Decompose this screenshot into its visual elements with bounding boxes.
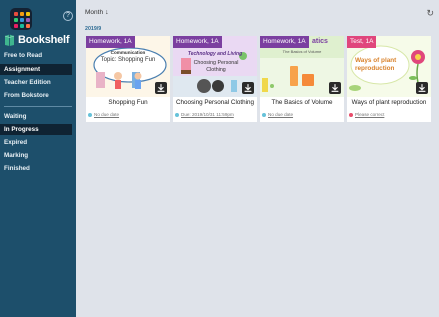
group-label: 2019/9 (85, 26, 102, 32)
apps-grid-dot (14, 24, 18, 28)
apps-grid-dot (20, 12, 24, 16)
status-dot (262, 112, 266, 117)
due-status: No due date (262, 112, 293, 117)
nav-marking[interactable]: Marking (0, 150, 72, 161)
cover-heading: Communication (110, 50, 146, 55)
download-icon[interactable] (155, 82, 167, 94)
assignment-card[interactable]: Communication Topic: Shopping Fun Homewo… (86, 36, 170, 122)
apps-grid-dot (14, 12, 18, 16)
assignment-tag: Test, 1A (347, 36, 377, 48)
apps-grid-dot (26, 24, 30, 28)
cover-heading: Technology and Living (187, 51, 243, 57)
card-title: Choosing Personal Clothing (175, 99, 255, 106)
due-text: No due date (268, 112, 294, 117)
download-icon[interactable] (242, 82, 254, 94)
card-title: The Basics of Volume (271, 99, 333, 106)
bookshelf-logo-icon (4, 34, 15, 46)
due-status: No due date (88, 112, 119, 117)
apps-grid-dot (20, 24, 24, 28)
nav-finished[interactable]: Finished (0, 163, 72, 174)
brand[interactable]: Bookshelf (4, 33, 70, 47)
nav-from-bokstore[interactable]: From Bokstore (0, 90, 72, 101)
apps-grid-dot (26, 18, 30, 22)
due-text: No due date (94, 112, 120, 117)
nav-in-progress[interactable]: In Progress (0, 124, 72, 135)
download-icon[interactable] (329, 82, 341, 94)
status-dot (349, 112, 353, 117)
cover-heading: atics (312, 38, 328, 45)
due-text: Please correct (355, 112, 385, 117)
assignment-card[interactable]: Technology and Living Choosing Personal … (173, 36, 257, 122)
brand-title: Bookshelf (18, 34, 70, 46)
card-title: Ways of plant reproduction (351, 99, 427, 106)
due-status: Due: 2019/10/31 11:59pm (175, 112, 234, 117)
sort-label: Month (85, 9, 104, 16)
assignment-tag: Homework, 1A (86, 36, 135, 48)
assignment-tag: Homework, 1A (260, 36, 309, 48)
main-content: Month ↓ ↻ 2019/9 Communication Topic: Sh… (76, 0, 439, 317)
due-text: Due: 2019/10/31 11:59pm (181, 112, 234, 117)
nav-expired[interactable]: Expired (0, 137, 72, 148)
help-icon[interactable]: ? (63, 11, 73, 21)
assignment-card[interactable]: atics The Basics of Volume Homework, 1A … (260, 36, 344, 122)
status-dot (175, 112, 179, 117)
cover-subheading: Choosing Personal Clothing (193, 60, 239, 73)
nav-waiting[interactable]: Waiting (0, 111, 72, 122)
sort-dropdown[interactable]: Month ↓ (85, 9, 109, 16)
sidebar-divider (4, 106, 72, 107)
cover-heading: Ways of plant reproduction (355, 57, 397, 72)
apps-grid-dot (26, 12, 30, 16)
nav-assignment[interactable]: Assignment (0, 64, 72, 75)
assignment-tag: Homework, 1A (173, 36, 222, 48)
cover-subheading: Topic: Shopping Fun (100, 57, 156, 63)
card-title: Shopping Fun (108, 99, 148, 106)
apps-grid-dot (14, 18, 18, 22)
download-icon[interactable] (416, 82, 428, 94)
status-dot (88, 112, 92, 117)
apps-grid-dot (20, 18, 24, 22)
assignment-card[interactable]: Ways of plant reproduction Test, 1A Ways… (347, 36, 431, 122)
sidebar: ? Bookshelf Free to Read Assignment Teac… (0, 0, 76, 317)
apps-grid-icon[interactable] (10, 8, 32, 30)
refresh-icon[interactable]: ↻ (426, 8, 434, 19)
nav-teacher-edition[interactable]: Teacher Edition (0, 77, 72, 88)
arrow-down-icon: ↓ (105, 9, 109, 16)
nav-free-to-read[interactable]: Free to Read (0, 50, 72, 61)
due-status: Please correct (349, 112, 384, 117)
cover-subheading: The Basics of Volume (282, 49, 322, 54)
